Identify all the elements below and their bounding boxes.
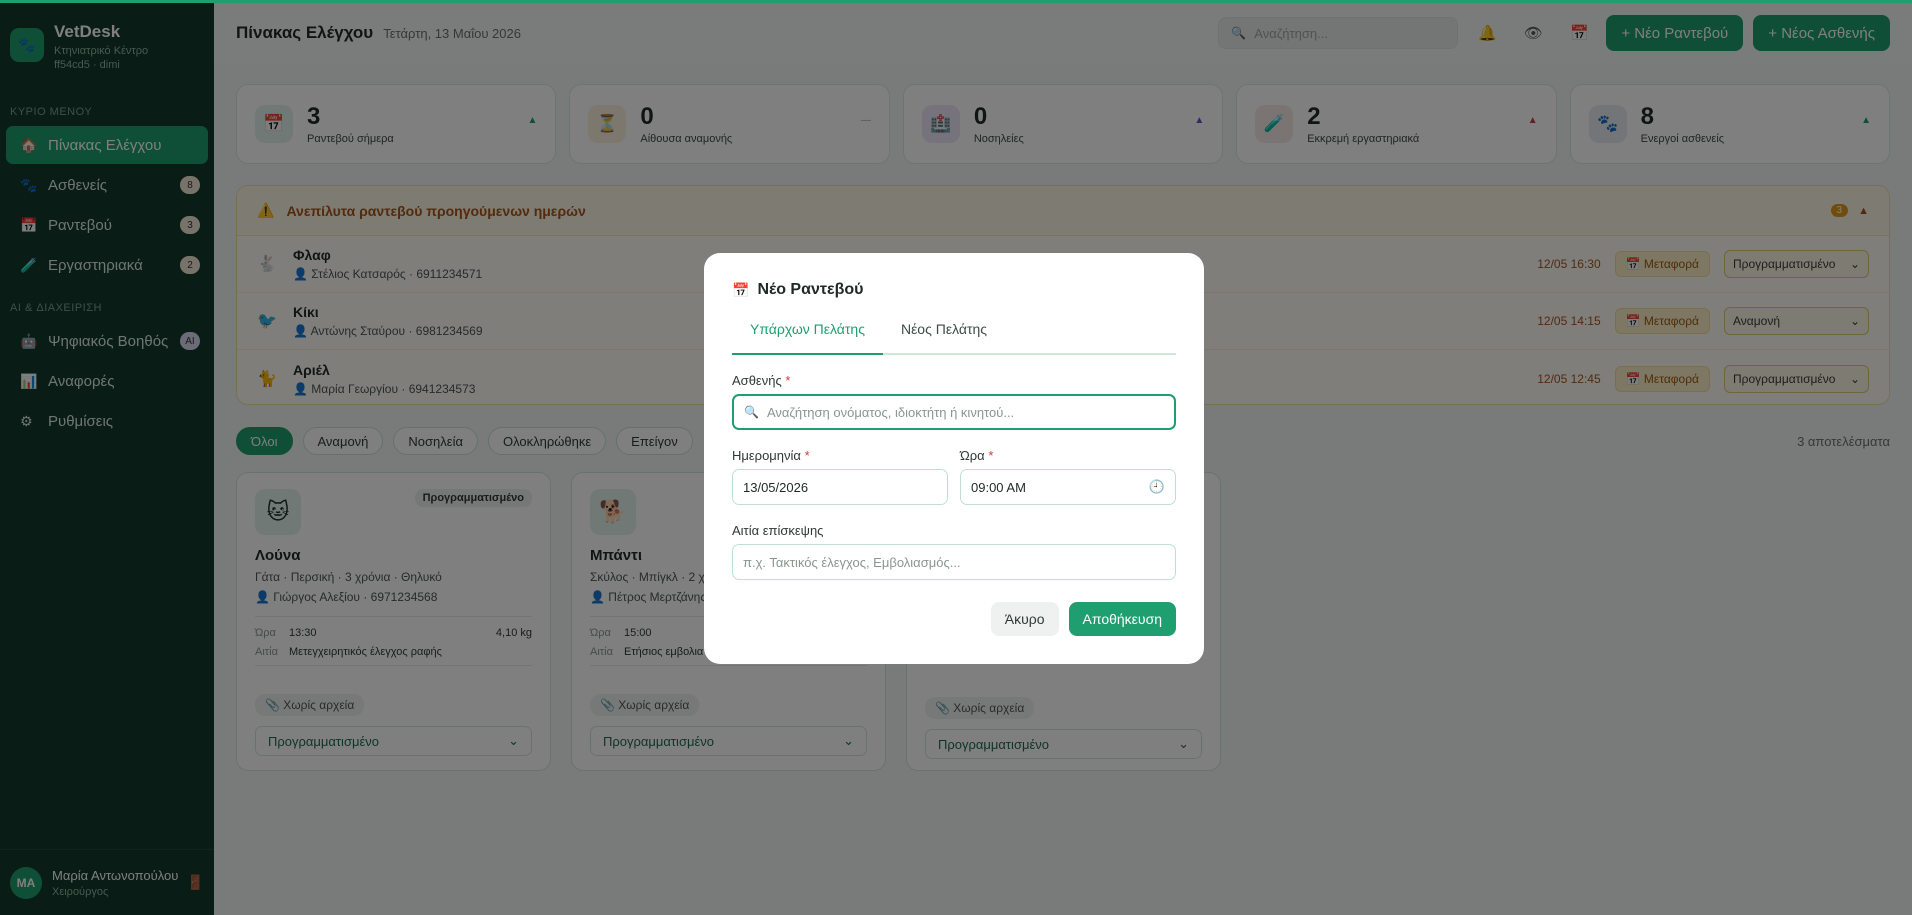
cancel-button[interactable]: Άκυρο [990,602,1059,636]
visit-reason-input[interactable]: π.χ. Τακτικός έλεγχος, Εμβολιασμός... [732,544,1176,580]
tab-existing-client[interactable]: Υπάρχων Πελάτης [732,321,883,355]
clock-icon[interactable]: 🕘 [1149,479,1165,495]
date-label: Ημερομηνία * [732,448,810,463]
reason-label: Αιτία επίσκεψης [732,523,824,538]
date-field[interactable]: 13/05/2026 [732,469,948,505]
search-icon: 🔍 [744,405,759,419]
time-field[interactable]: 09:00 AM 🕘 [960,469,1176,505]
time-label: Ώρα * [960,448,994,463]
new-appointment-modal: 📅 Νέο Ραντεβού Υπάρχων Πελάτης Νέος Πελά… [704,253,1204,664]
tab-new-client[interactable]: Νέος Πελάτης [883,321,1005,353]
top-accent-line [0,0,1912,3]
modal-title: 📅 Νέο Ραντεβού [732,281,864,298]
save-button[interactable]: Αποθήκευση [1068,602,1176,636]
client-tabs: Υπάρχων Πελάτης Νέος Πελάτης [732,321,1176,355]
patient-search-input[interactable]: 🔍 Αναζήτηση ονόματος, ιδιοκτήτη ή κινητο… [732,394,1176,430]
calendar-icon: 📅 [732,281,750,298]
patient-label: Ασθενής * [732,373,791,388]
